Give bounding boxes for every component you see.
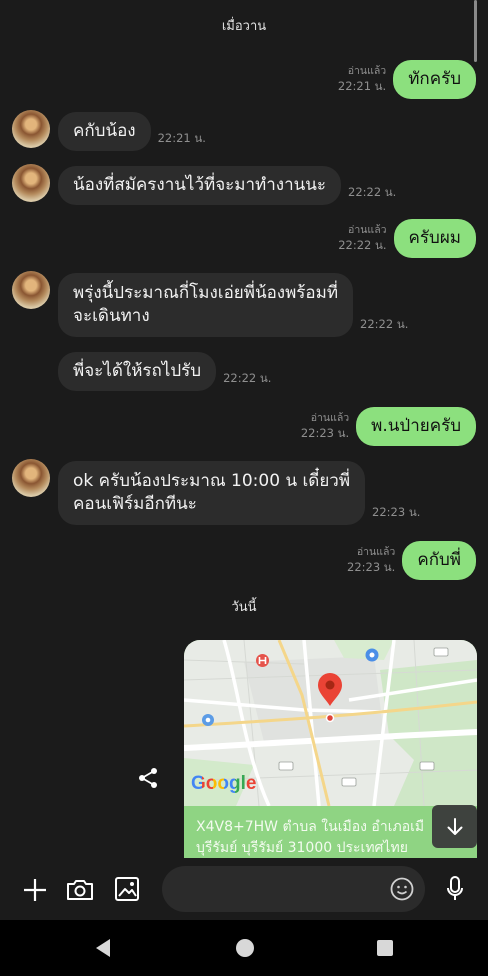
emoji-icon[interactable] [390, 877, 414, 905]
address-line: บุรีรัมย์ บุรีรัมย์ 31000 ประเทศไทย [196, 840, 408, 856]
message-bubble[interactable]: ok ครับน้องประมาณ 10:00 น เดี๋ยวพี่ คอนเ… [58, 461, 366, 525]
image-icon[interactable] [114, 876, 140, 906]
avatar[interactable] [12, 459, 50, 497]
share-icon-graphic [139, 768, 157, 788]
message-time: 22:22 น. [223, 371, 272, 385]
read-receipt: อ่านแล้ว [356, 546, 396, 558]
message-bubble[interactable]: ทักครับ [393, 60, 476, 99]
message-time: 22:23 น. [300, 426, 350, 440]
hospital-marker [256, 654, 269, 667]
road-shield [419, 761, 435, 771]
message-bubble[interactable]: คกับน้อง [58, 112, 151, 151]
road-shield [433, 647, 449, 657]
message-input[interactable] [178, 866, 387, 914]
date-separator: วันนี้ [231, 600, 257, 615]
place-dot-marker [325, 713, 335, 723]
message-bubble[interactable]: พ.นป่ายครับ [356, 407, 476, 446]
message-time: 22:21 น. [337, 79, 387, 93]
road-shield [341, 777, 357, 787]
message-meta: อ่านแล้ว 22:21 น. [338, 64, 386, 94]
message-bubble[interactable]: น้องที่สมัครงานไว้ที่จะมาทำงานนะ [58, 166, 342, 205]
message-bubble[interactable]: ครับผม [393, 219, 476, 258]
message-bubble[interactable]: คกับพี่ [402, 541, 476, 580]
back-icon[interactable] [94, 938, 112, 962]
home-icon[interactable] [236, 939, 254, 961]
place-marker-blue [365, 648, 379, 662]
microphone-icon[interactable] [445, 875, 465, 907]
avatar[interactable] [12, 164, 50, 202]
recents-icon[interactable] [377, 940, 393, 960]
avatar[interactable] [12, 110, 50, 148]
chat-area[interactable]: เมื่อวาน อ่านแล้ว 22:21 น. ทักครับ คกับน… [0, 0, 488, 858]
camera-icon[interactable] [65, 878, 95, 906]
outgoing-message: อ่านแล้ว 22:23 น. พ.นป่ายครับ [301, 407, 476, 446]
message-time: 22:22 น. [348, 185, 397, 199]
avatar[interactable] [12, 271, 50, 309]
message-bubble[interactable]: พี่จะได้ให้รถไปรับ [58, 352, 217, 391]
plus-icon[interactable] [23, 878, 47, 906]
incoming-message: พรุ่งนี้ประมาณกี่โมงเอ่ยพี่น้องพร้อมที่ … [12, 271, 408, 337]
message-time: 22:23 น. [372, 505, 421, 519]
place-marker-blue [202, 714, 214, 726]
message-time: 22:23 น. [347, 560, 396, 574]
outgoing-message: อ่านแล้ว 22:23 น. คกับพี่ [347, 541, 476, 580]
incoming-message: น้องที่สมัครงานไว้ที่จะมาทำงานนะ 22:22 น… [12, 164, 396, 205]
read-receipt: อ่านแล้ว [348, 224, 387, 236]
message-field[interactable] [162, 866, 425, 914]
message-time: 22:21 น. [157, 131, 206, 145]
read-receipt: อ่านแล้ว [347, 65, 387, 77]
outgoing-message: อ่านแล้ว 22:21 น. ทักครับ [338, 60, 476, 99]
address-line: X4V8+7HW ตำบล ในเมือง อำเภอเมื [196, 819, 425, 835]
incoming-message: ok ครับน้องประมาณ 10:00 น เดี๋ยวพี่ คอนเ… [12, 459, 420, 525]
incoming-message: พี่จะได้ให้รถไปรับ 22:22 น. [12, 350, 271, 391]
google-logo: Google [191, 773, 257, 794]
map-preview[interactable]: Google [184, 640, 477, 806]
incoming-message: คกับน้อง 22:21 น. [12, 110, 206, 151]
message-bubble[interactable]: พรุ่งนี้ประมาณกี่โมงเอ่ยพี่น้องพร้อมที่ … [58, 273, 354, 337]
road-shield [278, 761, 294, 771]
outgoing-message: อ่านแล้ว 22:22 น. ครับผม [338, 219, 476, 258]
arrow-down-icon [447, 817, 462, 835]
system-nav-bar [0, 920, 488, 976]
date-separator: เมื่อวาน [221, 19, 267, 34]
message-meta: อ่านแล้ว 22:23 น. [347, 545, 395, 575]
message-meta: อ่านแล้ว 22:22 น. [338, 223, 386, 253]
message-time: 22:22 น. [360, 317, 409, 331]
read-receipt: อ่านแล้ว [310, 412, 350, 424]
message-time: 22:22 น. [338, 238, 387, 252]
scroll-to-bottom-button[interactable] [432, 805, 477, 848]
message-meta: อ่านแล้ว 22:23 น. [301, 411, 349, 441]
share-icon[interactable] [137, 767, 159, 789]
input-bar [0, 858, 488, 920]
